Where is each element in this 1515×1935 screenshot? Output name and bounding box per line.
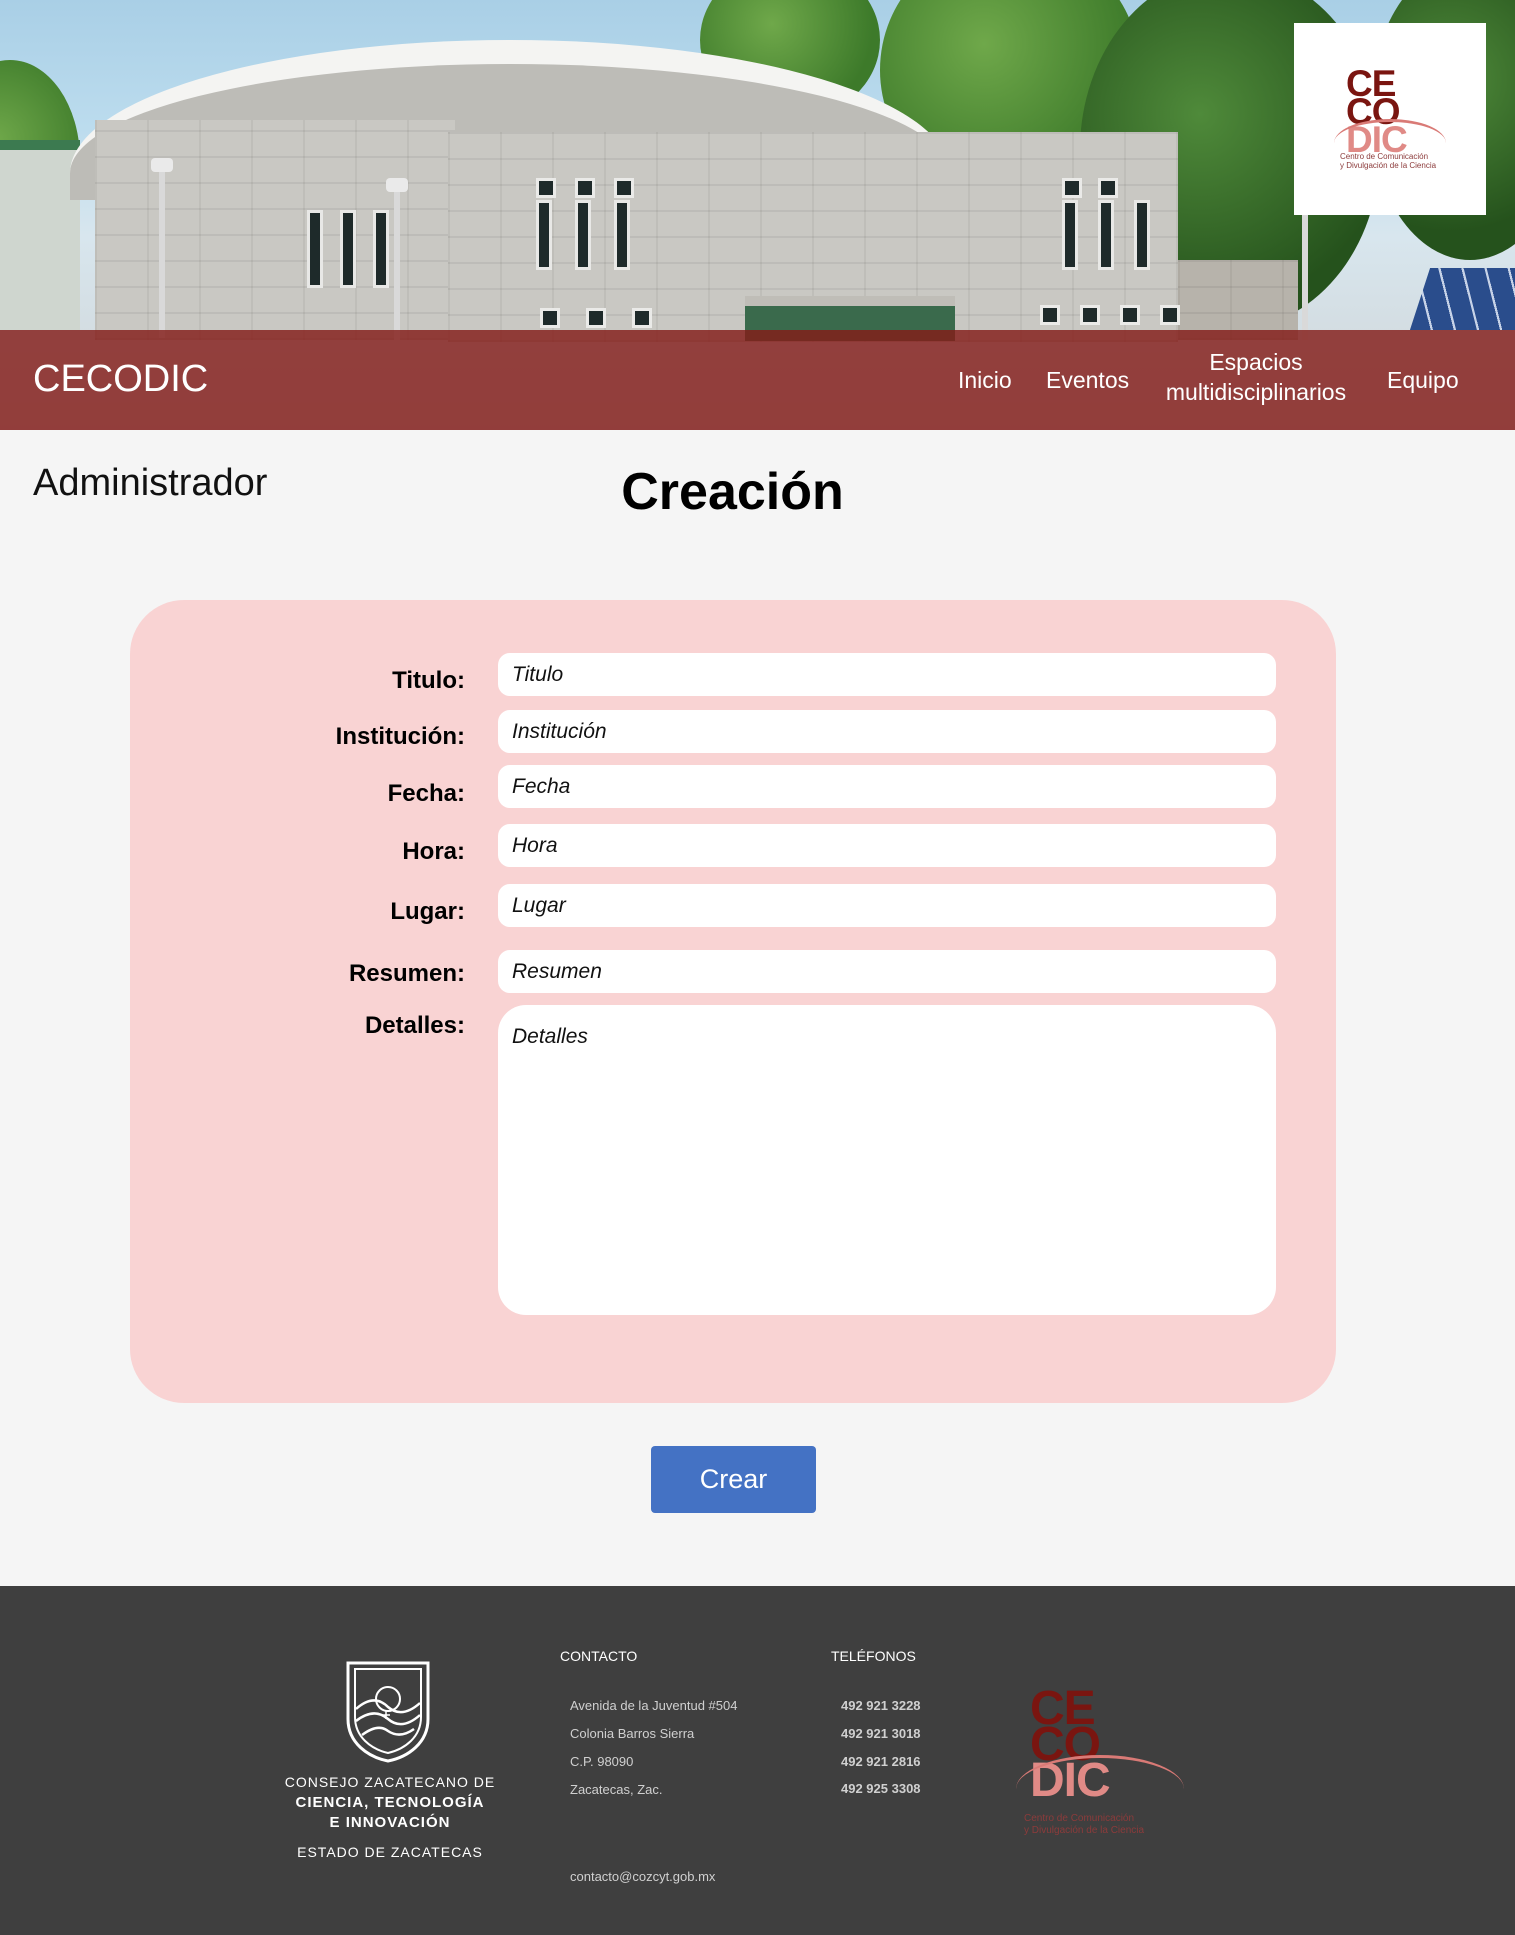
address-line: C.P. 98090 <box>570 1754 634 1769</box>
street-lamp-head <box>386 178 408 192</box>
window <box>1120 305 1140 325</box>
input-lugar[interactable] <box>498 884 1276 927</box>
street-lamp-head <box>151 158 173 172</box>
label-resumen: Resumen: <box>348 960 465 987</box>
street-lamp <box>159 168 165 338</box>
window <box>575 200 591 270</box>
address-line: Zacatecas, Zac. <box>570 1782 663 1797</box>
window <box>1134 200 1150 270</box>
nav-espacios-multidisciplinarios[interactable]: Espacios multidisciplinarios <box>1156 347 1356 407</box>
nav-espacios-line2: multidisciplinarios <box>1165 379 1347 405</box>
phone-number[interactable]: 492 921 3228 <box>841 1698 921 1713</box>
window <box>632 308 652 328</box>
phones-heading: TELÉFONOS <box>831 1648 916 1664</box>
input-titulo[interactable] <box>498 653 1276 696</box>
window <box>1040 305 1060 325</box>
window <box>1062 178 1082 198</box>
input-institucion[interactable] <box>498 710 1276 753</box>
cozcyt-crest-icon <box>346 1661 430 1763</box>
label-institucion: Institución: <box>335 723 465 750</box>
street-lamp <box>394 190 400 340</box>
logo-subtitle-1: Centro de Comunicación <box>1024 1813 1135 1824</box>
window <box>586 308 606 328</box>
label-lugar: Lugar: <box>390 898 465 925</box>
textarea-detalles[interactable] <box>498 1005 1276 1315</box>
brand-name[interactable]: CECODIC <box>33 358 208 401</box>
solar-panel <box>1409 268 1515 330</box>
logo-subtitle-2: y Divulgación de la Ciencia <box>1340 161 1437 170</box>
address-line: Colonia Barros Sierra <box>570 1726 695 1741</box>
nav-equipo[interactable]: Equipo <box>1387 365 1459 395</box>
window <box>373 210 389 288</box>
window <box>1098 200 1114 270</box>
label-detalles: Detalles: <box>364 1012 465 1039</box>
org-name-line4: ESTADO DE ZACATECAS <box>297 1844 483 1860</box>
nav-espacios-line1: Espacios <box>1209 349 1303 375</box>
stone-wall <box>1178 260 1298 340</box>
window <box>614 178 634 198</box>
window <box>1160 305 1180 325</box>
building-wall-left <box>95 120 455 340</box>
nav-eventos[interactable]: Eventos <box>1046 365 1129 395</box>
phone-number[interactable]: 492 921 2816 <box>841 1754 921 1769</box>
page-title: Creación <box>621 463 844 521</box>
address-line: Avenida de la Juventud #504 <box>570 1698 738 1713</box>
window <box>307 210 323 288</box>
label-hora: Hora: <box>402 838 465 865</box>
phone-number[interactable]: 492 925 3308 <box>841 1781 921 1796</box>
phone-number[interactable]: 492 921 3018 <box>841 1726 921 1741</box>
window <box>575 178 595 198</box>
logo-subtitle-2: y Divulgación de la Ciencia <box>1024 1825 1145 1836</box>
label-titulo: Titulo: <box>392 667 465 694</box>
street-lamp <box>1302 200 1308 340</box>
nav-inicio[interactable]: Inicio <box>958 365 1012 395</box>
label-fecha: Fecha: <box>387 780 465 807</box>
window <box>1080 305 1100 325</box>
window <box>614 200 630 270</box>
input-resumen[interactable] <box>498 950 1276 993</box>
window <box>1062 200 1078 270</box>
window <box>1098 178 1118 198</box>
cecodic-logo[interactable]: CE CO DIC Centro de Comunicación y Divul… <box>1294 23 1486 215</box>
org-name-line1: CONSEJO ZACATECANO DE <box>284 1774 496 1790</box>
contact-heading: CONTACTO <box>560 1648 638 1664</box>
input-hora[interactable] <box>498 824 1276 867</box>
input-fecha[interactable] <box>498 765 1276 808</box>
org-name-line2: CIENCIA, TECNOLOGÍA <box>295 1794 485 1811</box>
window <box>540 308 560 328</box>
footer <box>0 1586 1515 1935</box>
crear-button[interactable]: Crear <box>651 1446 816 1513</box>
window <box>536 200 552 270</box>
contact-email-link[interactable]: contacto@cozcyt.gob.mx <box>570 1869 715 1884</box>
cecodic-footer-logo: CE CO DIC Centro de Comunicación y Divul… <box>1010 1685 1200 1845</box>
window <box>536 178 556 198</box>
building-annex <box>0 140 80 330</box>
org-name-line3: E INNOVACIÓN <box>329 1814 451 1831</box>
window <box>340 210 356 288</box>
